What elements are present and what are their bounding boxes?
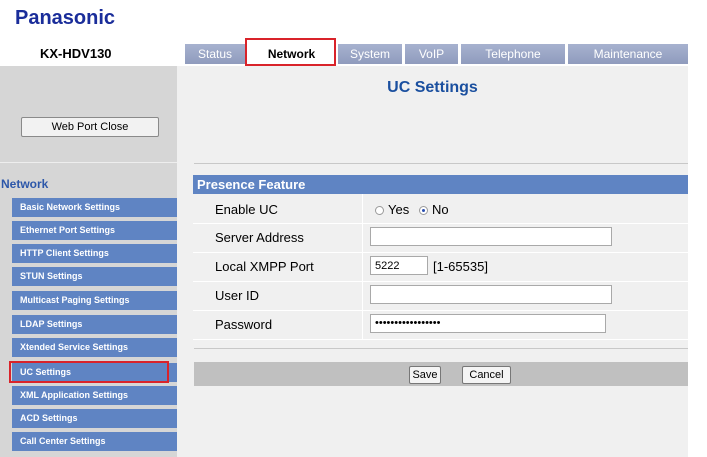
brand-logo: Panasonic (15, 7, 116, 29)
page-title: UC Settings (387, 79, 478, 96)
row-divider (193, 252, 688, 253)
password-input[interactable]: ••••••••••••••••• (370, 314, 606, 333)
sidebar-item-xml-application[interactable]: XML Application Settings (12, 386, 177, 405)
device-model: KX-HDV130 (40, 46, 112, 61)
row-divider (193, 310, 688, 311)
sidebar-section-title: Network (1, 177, 49, 191)
server-address-input[interactable] (370, 227, 612, 246)
action-bar (194, 362, 688, 386)
web-port-close-button[interactable]: Web Port Close (21, 117, 159, 137)
save-button[interactable]: Save (409, 366, 441, 384)
divider (194, 163, 688, 164)
user-id-input[interactable] (370, 285, 612, 304)
local-xmpp-port-label: Local XMPP Port (215, 259, 314, 274)
divider (194, 348, 688, 349)
sidebar-divider (0, 162, 177, 163)
sidebar-item-ldap[interactable]: LDAP Settings (12, 315, 177, 334)
column-divider (362, 194, 363, 339)
active-tab-highlight (245, 38, 336, 66)
sidebar-item-stun[interactable]: STUN Settings (12, 267, 177, 286)
sidebar-item-acd[interactable]: ACD Settings (12, 409, 177, 428)
enable-uc-no-radio[interactable] (419, 206, 428, 215)
row-divider (193, 281, 688, 282)
section-header: Presence Feature (193, 175, 688, 194)
sidebar-item-basic-network[interactable]: Basic Network Settings (12, 198, 177, 217)
user-id-label: User ID (215, 288, 260, 303)
tab-maintenance[interactable]: Maintenance (567, 44, 688, 64)
tab-system[interactable]: System (337, 44, 402, 64)
cancel-button[interactable]: Cancel (462, 366, 511, 384)
enable-uc-no-label: No (432, 202, 449, 217)
sidebar-item-multicast-paging[interactable]: Multicast Paging Settings (12, 291, 177, 310)
password-label: Password (215, 317, 273, 332)
sidebar-item-xtended-service[interactable]: Xtended Service Settings (12, 338, 177, 357)
row-divider (193, 339, 688, 340)
enable-uc-yes-label: Yes (388, 202, 410, 217)
server-address-label: Server Address (215, 230, 304, 245)
row-divider (193, 223, 688, 224)
tab-telephone[interactable]: Telephone (460, 44, 565, 64)
port-range-hint: [1-65535] (433, 259, 488, 274)
sidebar-item-ethernet-port[interactable]: Ethernet Port Settings (12, 221, 177, 240)
sidebar-item-http-client[interactable]: HTTP Client Settings (12, 244, 177, 263)
enable-uc-label: Enable UC (215, 202, 278, 217)
tab-status[interactable]: Status (184, 44, 245, 64)
tab-voip[interactable]: VoIP (404, 44, 458, 64)
sidebar-item-call-center[interactable]: Call Center Settings (12, 432, 177, 451)
local-xmpp-port-input[interactable] (370, 256, 428, 275)
enable-uc-yes-radio[interactable] (375, 206, 384, 215)
selected-item-highlight (9, 361, 169, 383)
